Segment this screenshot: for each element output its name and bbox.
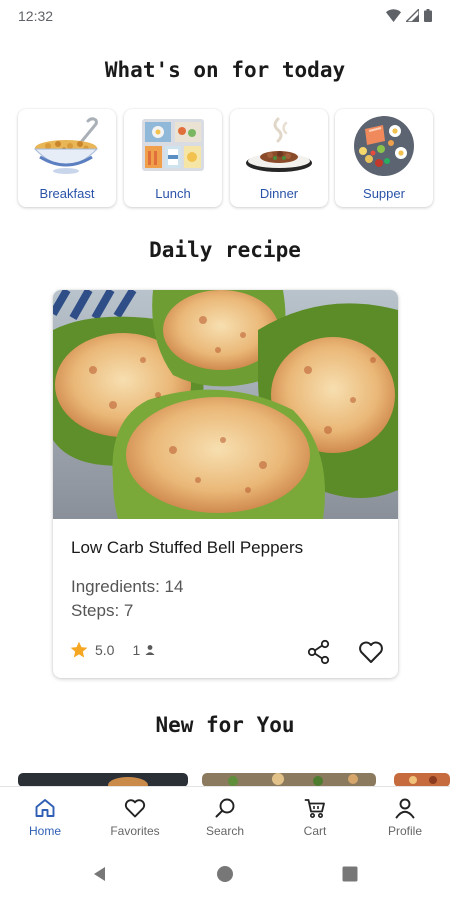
category-label-breakfast: Breakfast	[39, 186, 95, 201]
nav-home[interactable]: Home	[0, 787, 90, 843]
home-circle-icon[interactable]	[215, 864, 235, 884]
new-for-you-carousel[interactable]	[18, 773, 450, 787]
cart-icon	[304, 799, 325, 818]
status-icons	[386, 9, 432, 22]
category-card-breakfast[interactable]: Breakfast	[18, 109, 116, 207]
recipe-ingredients: Ingredients: 14	[71, 577, 184, 596]
supper-platter-icon	[354, 116, 414, 176]
nav-profile-label: Profile	[387, 824, 422, 838]
person-icon	[395, 798, 415, 819]
user-count: 1	[132, 642, 141, 658]
lunch-tray-icon	[142, 119, 204, 171]
signal-icon	[406, 9, 419, 22]
battery-icon	[424, 9, 432, 22]
cereal-bowl-icon	[33, 117, 99, 174]
person-small-icon	[145, 645, 155, 655]
nav-favorites[interactable]: Favorites	[90, 787, 180, 843]
category-label-lunch: Lunch	[155, 186, 191, 201]
daily-recipe-card[interactable]: Low Carb Stuffed Bell Peppers Ingredient…	[53, 290, 398, 678]
nav-search-label: Search	[205, 824, 245, 838]
star-icon	[70, 641, 88, 658]
bottom-nav: Home Favorites Search Cart Profile	[0, 786, 450, 842]
rating-value: 5.0	[95, 642, 115, 658]
favorite-button[interactable]	[357, 638, 385, 666]
nav-home-label: Home	[28, 824, 61, 838]
nav-favorites-label: Favorites	[110, 824, 160, 838]
new-for-you-thumbnails	[18, 773, 450, 787]
nav-cart-label: Cart	[303, 824, 327, 838]
nav-profile[interactable]: Profile	[360, 787, 450, 843]
rating-row: 5.0 1	[69, 640, 156, 660]
back-icon[interactable]	[90, 864, 110, 884]
nav-search[interactable]: Search	[180, 787, 270, 843]
system-nav-bar	[0, 848, 450, 900]
status-time: 12:32	[18, 8, 54, 24]
category-card-supper[interactable]: Supper	[335, 109, 433, 207]
new-for-you-heading: New for You	[155, 713, 295, 737]
search-icon	[215, 798, 235, 818]
recipe-photo[interactable]	[53, 290, 398, 519]
nav-cart[interactable]: Cart	[270, 787, 360, 843]
category-card-dinner[interactable]: Dinner	[230, 109, 328, 207]
share-button[interactable]	[305, 638, 333, 666]
dinner-plate-icon	[246, 117, 312, 172]
heart-icon	[124, 799, 146, 818]
category-label-dinner: Dinner	[259, 186, 299, 201]
page-title: What's on for today	[104, 58, 346, 82]
recipe-steps: Steps: 7	[71, 601, 134, 620]
recents-icon[interactable]	[340, 864, 360, 884]
status-bar: 12:32	[0, 0, 450, 32]
home-icon	[35, 799, 55, 817]
wifi-icon	[386, 9, 401, 22]
recipe-title: Low Carb Stuffed Bell Peppers	[71, 538, 304, 557]
daily-recipe-heading: Daily recipe	[149, 238, 301, 262]
category-label-supper: Supper	[363, 186, 405, 201]
category-card-lunch[interactable]: Lunch	[124, 109, 222, 207]
